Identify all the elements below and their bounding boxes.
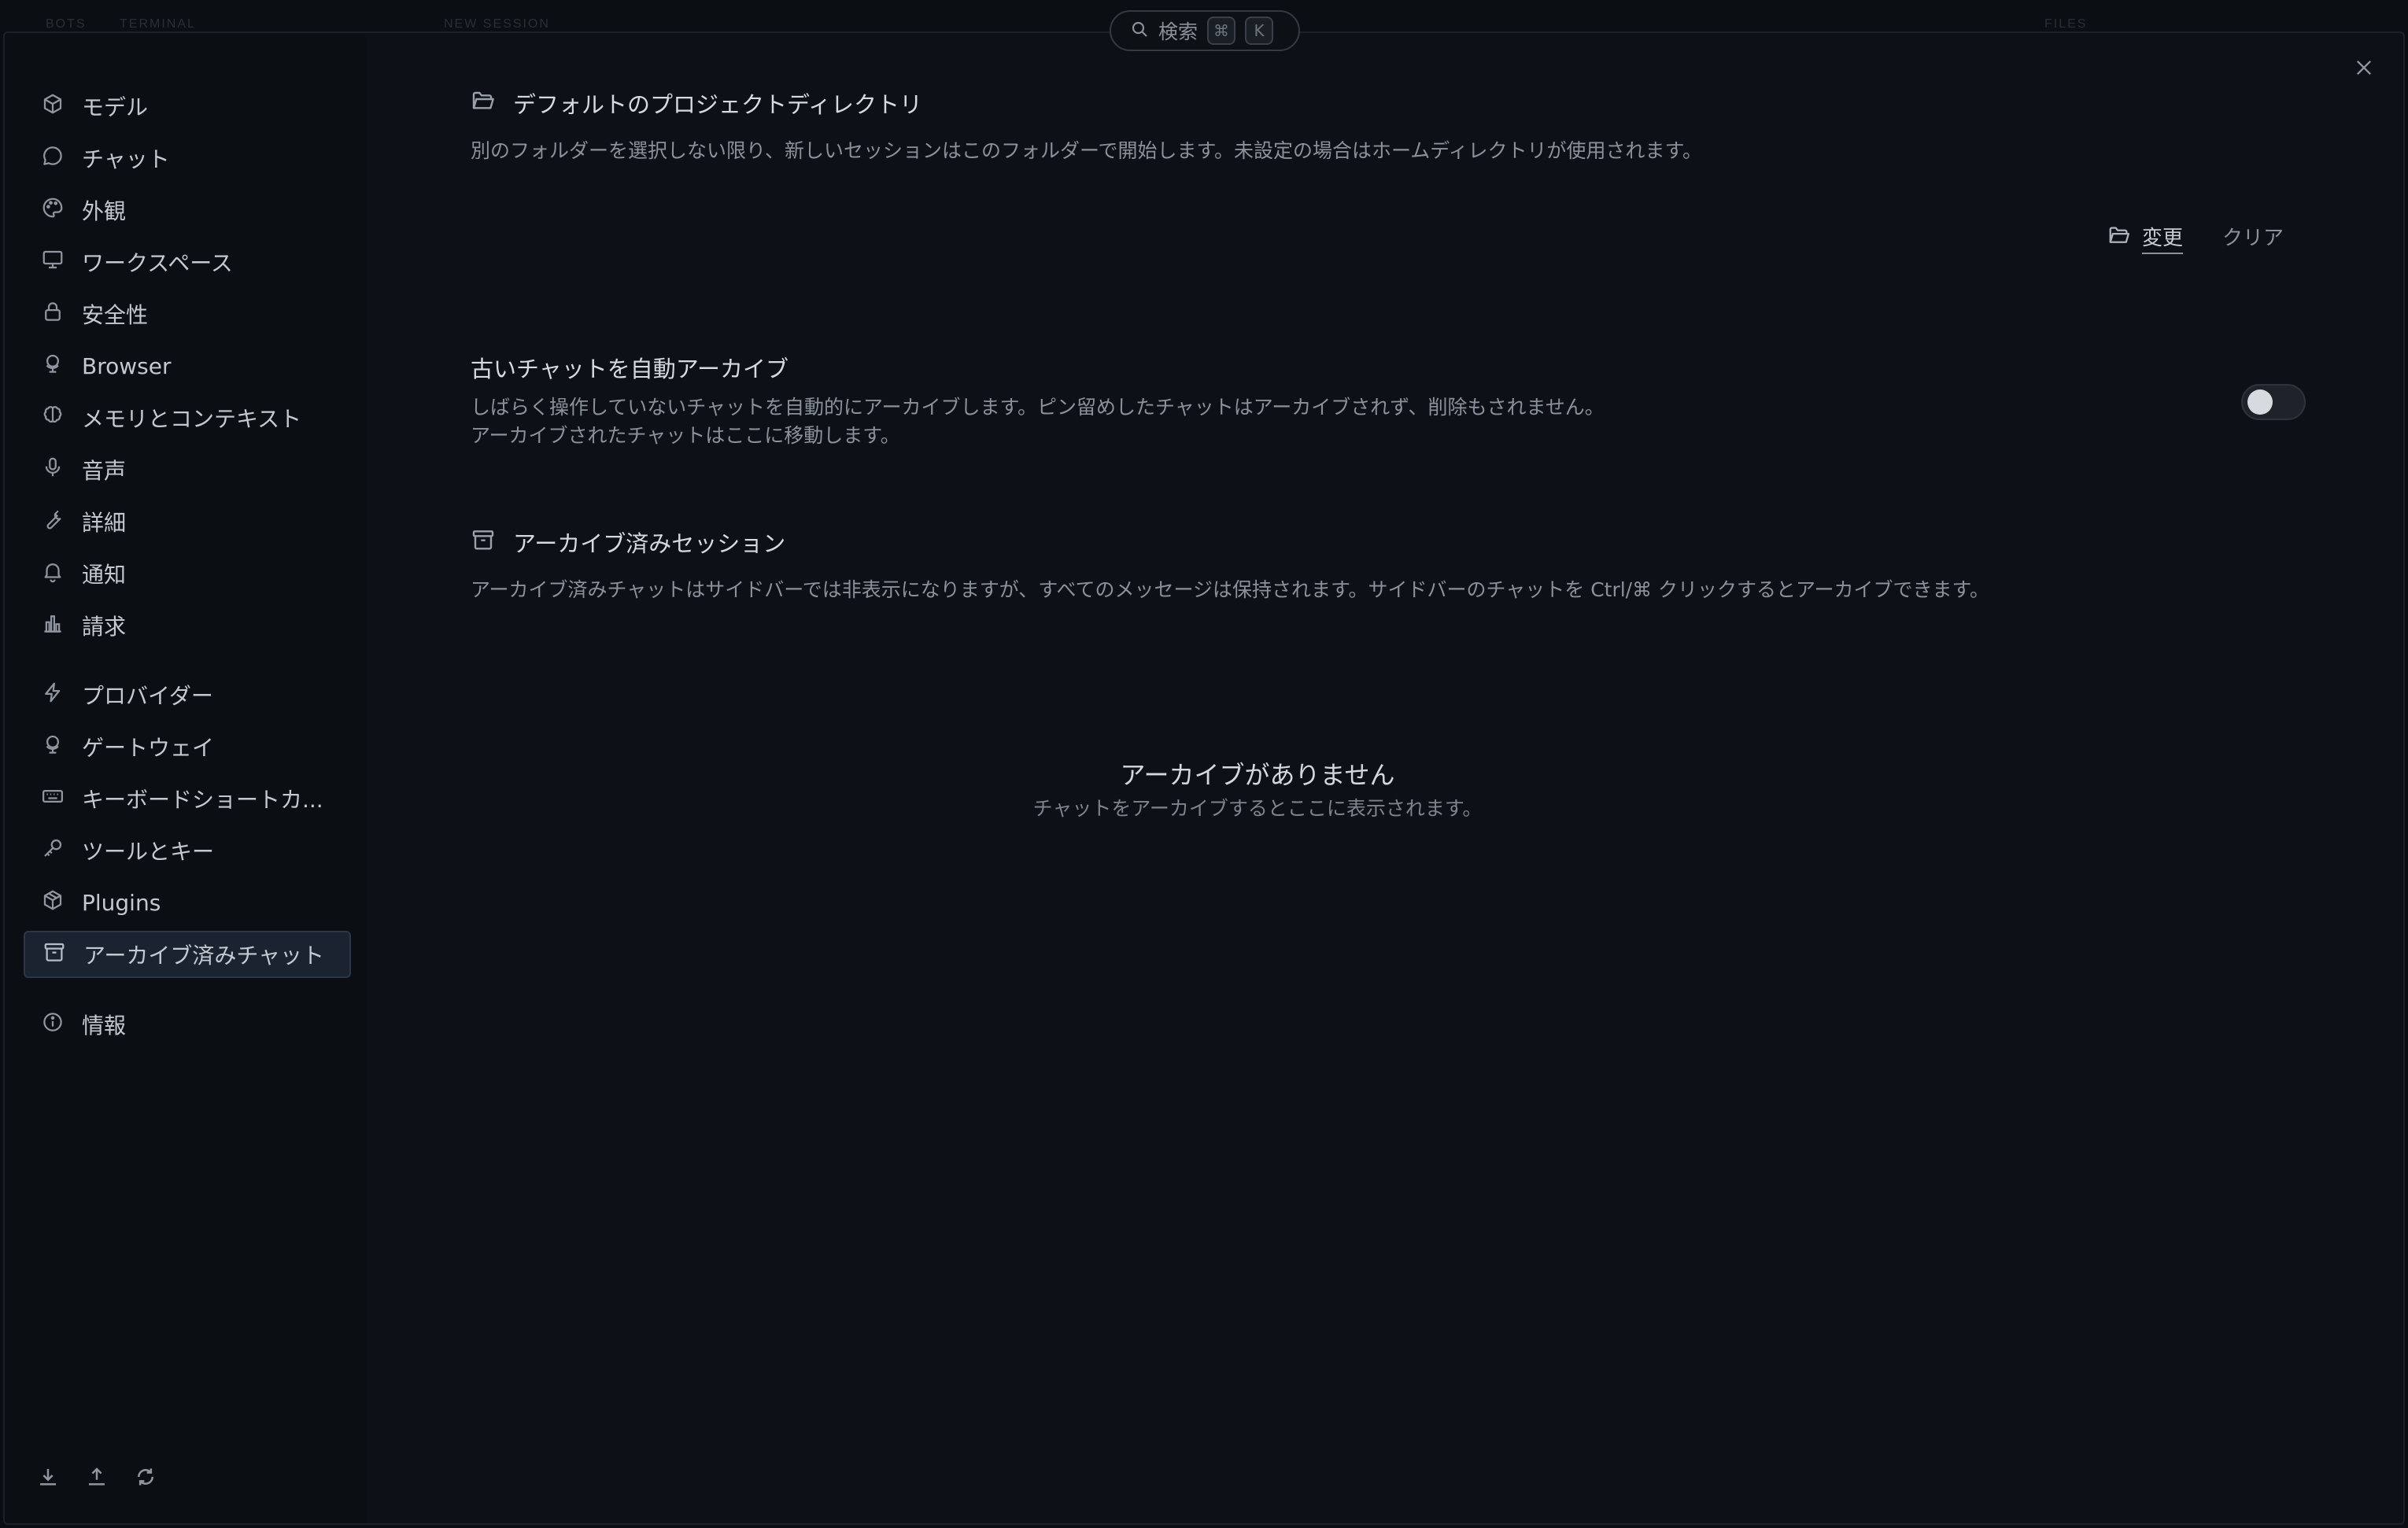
- empty-state-title: アーカイブがありません: [1120, 760, 1395, 790]
- sidebar-item-label: 請求: [82, 614, 127, 640]
- auto-archive-description-line1: しばらく操作していないチャットを自動的にアーカイブします。ピン留めしたチャットは…: [471, 396, 1605, 419]
- search-label: 検索: [1158, 20, 1198, 43]
- sidebar-item-label: メモリとコンテキスト: [82, 406, 302, 432]
- ghost-tab-bots: BOTS: [46, 17, 87, 31]
- archived-sessions-description: アーカイブ済みチャットはサイドバーでは非表示になりますが、すべてのメッセージは保…: [471, 578, 1990, 601]
- sidebar-item-workspace[interactable]: ワークスペース: [24, 238, 351, 286]
- sidebar-item-chat[interactable]: チャット: [24, 135, 351, 182]
- globe-stand-icon: [41, 733, 65, 762]
- sidebar-item-providers[interactable]: プロバイダー: [24, 671, 351, 718]
- sidebar-item-tools-and-keys[interactable]: ツールとキー: [24, 827, 351, 874]
- sidebar-item-archived-chats[interactable]: アーカイブ済みチャット: [24, 931, 351, 978]
- section-archived-sessions-title: アーカイブ済みセッション: [471, 526, 785, 559]
- package-icon: [41, 888, 65, 917]
- settings-modal: モデル チャット 外観 ワークスペース 安全性 Browser メモリとコンテキ…: [3, 31, 2405, 1525]
- search-button[interactable]: 検索 ⌘ K: [1110, 10, 1300, 51]
- sidebar-item-label: 外観: [82, 198, 127, 224]
- sidebar-item-label: キーボードショートカ...: [82, 787, 323, 813]
- sidebar-item-plugins[interactable]: Plugins: [24, 879, 351, 926]
- archive-icon: [42, 940, 66, 969]
- settings-sidebar: モデル チャット 外観 ワークスペース 安全性 Browser メモリとコンテキ…: [5, 33, 367, 1523]
- microphone-icon: [41, 456, 65, 485]
- sidebar-item-about[interactable]: 情報: [24, 1001, 351, 1048]
- sidebar-item-gateway[interactable]: ゲートウェイ: [24, 723, 351, 770]
- ghost-tab-files: FILES: [2044, 17, 2088, 31]
- change-directory-button[interactable]: 変更: [2107, 222, 2184, 254]
- sidebar-item-advanced[interactable]: 詳細: [24, 498, 351, 545]
- sidebar-item-label: プロバイダー: [82, 683, 213, 709]
- sidebar-item-browser[interactable]: Browser: [24, 342, 351, 389]
- sidebar-item-memory[interactable]: メモリとコンテキスト: [24, 394, 351, 441]
- sidebar-item-label: ゲートウェイ: [82, 735, 215, 761]
- toggle-knob: [2247, 389, 2273, 415]
- sidebar-item-label: 情報: [82, 1013, 127, 1039]
- archived-sessions-title: アーカイブ済みセッション: [513, 530, 786, 557]
- search-icon: [1130, 20, 1149, 42]
- auto-archive-description-line2: アーカイブされたチャットはここに移動します。: [471, 424, 900, 447]
- section-project-directory-title: デフォルトのプロジェクトディレクトリ: [471, 87, 922, 120]
- sidebar-item-label: 通知: [82, 562, 127, 588]
- sidebar-item-label: 安全性: [82, 302, 149, 328]
- archive-icon: [471, 527, 496, 558]
- brain-icon: [41, 404, 65, 433]
- sidebar-item-voice[interactable]: 音声: [24, 446, 351, 493]
- bar-chart-icon: [41, 611, 65, 640]
- lock-icon: [41, 300, 65, 329]
- globe-stand-icon: [41, 352, 65, 381]
- sidebar-item-appearance[interactable]: 外観: [24, 186, 351, 234]
- auto-archive-title: 古いチャットを自動アーカイブ: [471, 351, 789, 384]
- wrench-icon: [41, 507, 65, 537]
- project-dir-description: 別のフォルダーを選択しない限り、新しいセッションはこのフォルダーで開始します。未…: [471, 139, 1703, 162]
- folder-open-icon: [471, 88, 496, 119]
- folder-open-icon: [2107, 223, 2131, 253]
- sidebar-item-label: 音声: [82, 458, 127, 484]
- sidebar-item-label: Plugins: [82, 889, 161, 916]
- sidebar-item-label: ツールとキー: [82, 839, 215, 865]
- sidebar-item-label: 詳細: [82, 510, 127, 536]
- palette-icon: [41, 196, 65, 225]
- ghost-tab-new-session: NEW SESSION: [444, 17, 550, 31]
- auto-archive-toggle[interactable]: [2241, 384, 2306, 420]
- key-icon: [41, 836, 65, 865]
- sidebar-item-security[interactable]: 安全性: [24, 290, 351, 338]
- sidebar-item-label: Browser: [82, 352, 172, 379]
- sidebar-item-billing[interactable]: 請求: [24, 602, 351, 649]
- keyboard-icon: [41, 784, 65, 814]
- sidebar-item-models[interactable]: モデル: [24, 83, 351, 130]
- project-dir-title: デフォルトのプロジェクトディレクトリ: [513, 91, 922, 118]
- refresh-icon[interactable]: [134, 1465, 157, 1492]
- sidebar-item-notifications[interactable]: 通知: [24, 550, 351, 597]
- empty-state-subtitle: チャットをアーカイブするとここに表示されます。: [1032, 797, 1483, 820]
- monitor-icon: [41, 248, 65, 277]
- ghost-tab-terminal: TERMINAL: [120, 17, 196, 31]
- chat-bubble-icon: [41, 144, 65, 173]
- shortcut-k-key: K: [1245, 17, 1274, 45]
- info-icon: [41, 1010, 65, 1039]
- shortcut-cmd-key: ⌘: [1207, 17, 1236, 45]
- sidebar-item-label: ワークスペース: [82, 250, 233, 276]
- lightning-icon: [41, 681, 65, 710]
- sidebar-item-label: アーカイブ済みチャット: [83, 943, 325, 969]
- sidebar-item-label: チャット: [82, 146, 170, 172]
- sidebar-item-keyboard-shortcuts[interactable]: キーボードショートカ...: [24, 775, 351, 822]
- bell-icon: [41, 559, 65, 589]
- clear-directory-button[interactable]: クリア: [2222, 222, 2284, 251]
- settings-content: デフォルトのプロジェクトディレクトリ 別のフォルダーを選択しない限り、新しいセッ…: [367, 33, 2403, 1523]
- sidebar-footer-actions: [36, 1465, 157, 1492]
- download-icon[interactable]: [36, 1465, 60, 1492]
- change-label: 変更: [2142, 222, 2184, 254]
- cube-icon: [41, 92, 65, 121]
- close-icon[interactable]: [2353, 57, 2375, 79]
- sidebar-item-label: モデル: [82, 94, 149, 120]
- auto-archive-title-text: 古いチャットを自動アーカイブ: [471, 356, 789, 382]
- upload-icon[interactable]: [85, 1465, 109, 1492]
